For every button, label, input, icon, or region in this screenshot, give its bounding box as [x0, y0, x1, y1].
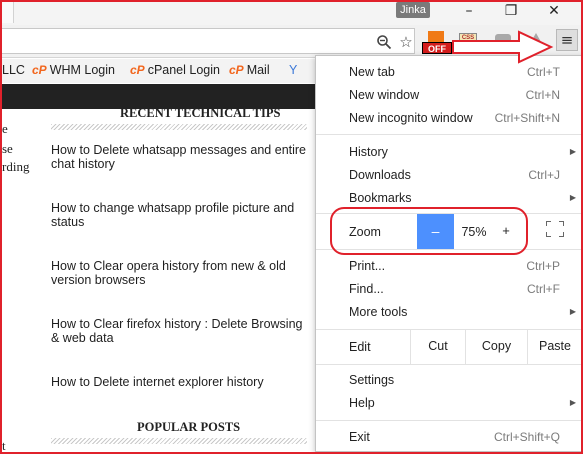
bookmark-yahoo[interactable]: Y [289, 63, 297, 77]
left-fragment: t [2, 438, 6, 453]
bookmark-label: cPanel Login [147, 63, 220, 77]
section-divider [51, 438, 307, 444]
bookmark-label: Mail [246, 63, 270, 77]
bookmark-llc[interactable]: LLC [2, 63, 25, 77]
shortcut-new-incognito: Ctrl+Shift+N [494, 111, 560, 125]
bookmark-star-icon[interactable]: ☆ [396, 32, 416, 52]
menu-item-help[interactable]: Help [349, 396, 375, 410]
copy-button[interactable]: Copy [465, 329, 527, 364]
bookmark-label: LLC [2, 63, 25, 77]
profile-name[interactable]: Jinka [396, 2, 430, 18]
left-fragment: se [2, 141, 13, 156]
shortcut-downloads: Ctrl+J [528, 168, 560, 182]
menu-item-edit: Edit [349, 340, 371, 354]
menu-item-history[interactable]: History [349, 145, 388, 159]
minimize-button[interactable]: – [458, 2, 480, 20]
post-link[interactable]: How to Delete internet explorer history [51, 375, 307, 389]
menu-separator [316, 364, 582, 365]
submenu-arrow-icon: ▶ [569, 193, 576, 202]
post-link[interactable]: How to Clear firefox history : Delete Br… [51, 317, 307, 345]
fullscreen-icon[interactable] [546, 221, 564, 237]
post-link[interactable]: How to Clear opera history from new & ol… [51, 259, 307, 287]
menu-item-downloads[interactable]: Downloads [349, 168, 411, 182]
menu-item-new-incognito[interactable]: New incognito window [349, 111, 473, 125]
submenu-arrow-icon: ▶ [569, 398, 576, 407]
post-link[interactable]: How to change whatsapp profile picture a… [51, 201, 307, 229]
annotation-arrow-icon [452, 30, 554, 64]
cpanel-icon: cP [130, 63, 145, 77]
menu-separator [316, 420, 582, 421]
bookmark-cpanel-login[interactable]: cP cPanel Login [130, 63, 220, 77]
shortcut-new-window: Ctrl+N [525, 88, 560, 102]
menu-item-print[interactable]: Print... [349, 259, 385, 273]
off-badge: OFF [422, 42, 452, 54]
popular-posts-title: POPULAR POSTS [137, 420, 241, 434]
menu-item-bookmarks[interactable]: Bookmarks [349, 191, 412, 205]
menu-item-more-tools[interactable]: More tools [349, 305, 407, 319]
zoom-icon[interactable] [374, 32, 394, 52]
shortcut-find: Ctrl+F [527, 282, 560, 296]
restore-button[interactable]: ❐ [500, 2, 522, 20]
bookmark-label: WHM Login [49, 63, 115, 77]
shortcut-print: Ctrl+P [526, 259, 560, 273]
left-fragment: e [2, 121, 8, 136]
paste-button[interactable]: Paste [527, 329, 582, 364]
bookmark-mail[interactable]: cP Mail [229, 63, 270, 77]
close-button[interactable]: ✕ [543, 2, 565, 20]
chrome-menu-button[interactable]: ≡ [556, 29, 578, 51]
yahoo-icon: Y [289, 63, 298, 77]
left-fragment: rding [2, 159, 30, 174]
address-bar[interactable] [2, 28, 415, 54]
menu-item-exit[interactable]: Exit [349, 430, 370, 444]
menu-item-find[interactable]: Find... [349, 282, 384, 296]
browser-tab[interactable] [2, 2, 14, 23]
title-bar: Jinka – ❐ ✕ [0, 0, 583, 25]
bookmark-whm-login[interactable]: cP WHM Login [32, 63, 115, 77]
menu-separator [316, 134, 582, 135]
shortcut-new-tab: Ctrl+T [527, 65, 560, 79]
submenu-arrow-icon: ▶ [569, 147, 576, 156]
cpanel-icon: cP [229, 63, 244, 77]
submenu-arrow-icon: ▶ [569, 307, 576, 316]
cpanel-icon: cP [32, 63, 47, 77]
menu-item-settings[interactable]: Settings [349, 373, 394, 387]
section-divider [51, 124, 307, 130]
zoom-highlight-ring [330, 207, 528, 255]
recent-tips-title: RECENT TECHNICAL TIPS [120, 106, 281, 120]
shortcut-exit: Ctrl+Shift+Q [493, 430, 560, 444]
cut-button[interactable]: Cut [410, 329, 465, 364]
menu-item-new-tab[interactable]: New tab [349, 65, 395, 79]
menu-item-new-window[interactable]: New window [349, 88, 419, 102]
post-link[interactable]: How to Delete whatsapp messages and enti… [51, 143, 307, 171]
